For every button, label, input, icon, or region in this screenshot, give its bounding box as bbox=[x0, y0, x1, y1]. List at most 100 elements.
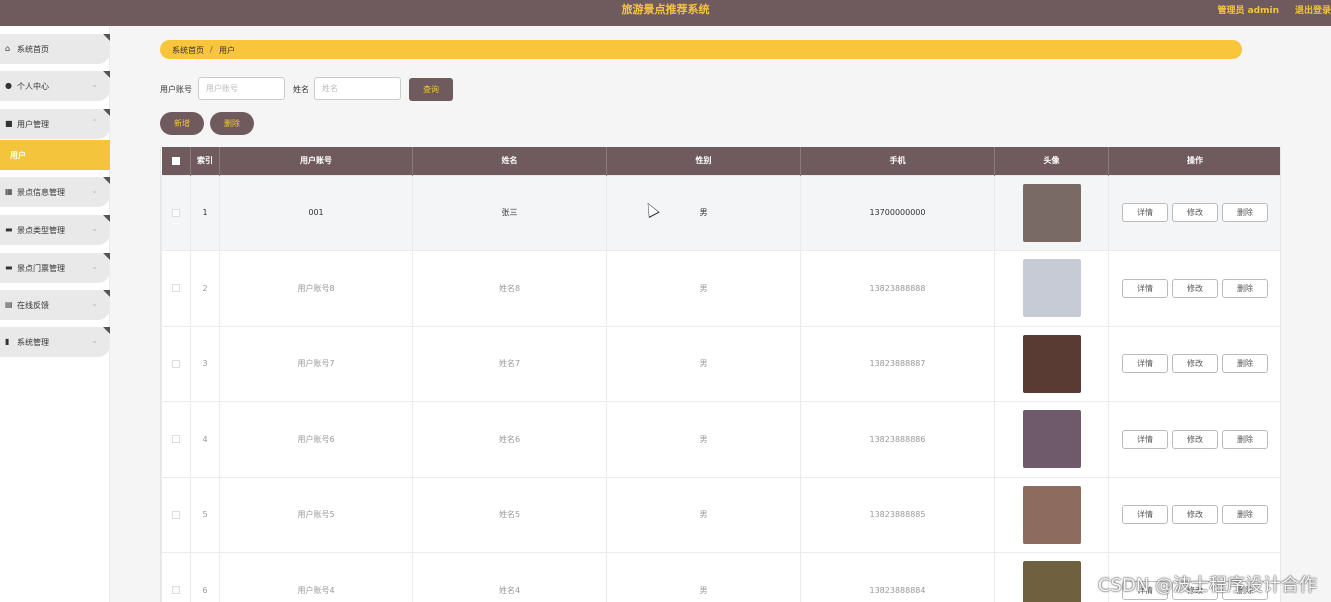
grid-icon: ▦ bbox=[5, 187, 13, 196]
row-checkbox[interactable] bbox=[172, 586, 180, 595]
operations-cell: 详情 修改 删除 bbox=[1108, 476, 1280, 553]
sidebar-item-label: 个人中心 bbox=[17, 82, 49, 91]
row-select-cell[interactable] bbox=[161, 476, 191, 553]
avatar-cell bbox=[994, 325, 1109, 402]
detail-button[interactable]: 详情 bbox=[1122, 278, 1168, 298]
account-cell: 用户账号5 bbox=[219, 476, 413, 553]
sidebar-item-label: 用户管理 bbox=[17, 120, 49, 129]
phone-cell: 13700000000 bbox=[800, 174, 995, 251]
delete-button[interactable]: 删除 bbox=[1222, 505, 1268, 525]
chevron-up-icon: ⌃ bbox=[91, 118, 98, 127]
row-checkbox[interactable] bbox=[172, 359, 180, 368]
detail-button[interactable]: 详情 bbox=[1122, 505, 1168, 525]
corner-marker-icon bbox=[103, 327, 110, 334]
breadcrumb-home[interactable]: 系统首页 bbox=[172, 45, 204, 56]
sidebar-item-users[interactable]: 用户 bbox=[0, 140, 110, 170]
detail-button[interactable]: 详情 bbox=[1122, 429, 1168, 449]
name-cell: 姓名6 bbox=[412, 401, 607, 478]
batch-delete-button[interactable]: 删除 bbox=[210, 112, 254, 135]
table-row: 5 用户账号5 姓名5 男 13823888885 详情 修改 删除 bbox=[161, 476, 1280, 553]
name-cell: 姓名7 bbox=[412, 325, 607, 402]
sidebar-item-feedback[interactable]: ▤ 在线反馈 ⌄ bbox=[0, 290, 110, 320]
index-cell: 3 bbox=[190, 325, 220, 402]
gender-cell: 男 bbox=[606, 250, 801, 327]
row-select-cell[interactable] bbox=[161, 250, 191, 327]
chevron-down-icon: ⌄ bbox=[91, 80, 98, 89]
corner-marker-icon bbox=[103, 177, 110, 184]
edit-button[interactable]: 修改 bbox=[1172, 203, 1218, 223]
avatar bbox=[1022, 410, 1081, 469]
detail-button[interactable]: 详情 bbox=[1122, 203, 1168, 223]
corner-marker-icon bbox=[103, 215, 110, 222]
avatar-cell bbox=[994, 476, 1109, 553]
bar-chart-icon: ▮ bbox=[5, 337, 10, 346]
gender-cell: 男 bbox=[606, 174, 801, 251]
avatar bbox=[1022, 183, 1081, 242]
table-header-row: 索引 用户账号 姓名 性别 手机 头像 操作 bbox=[161, 147, 1280, 175]
phone-cell: 13823888886 bbox=[800, 401, 995, 478]
row-checkbox[interactable] bbox=[172, 208, 180, 217]
gender-cell: 男 bbox=[606, 476, 801, 553]
column-header: 性别 bbox=[606, 147, 801, 175]
chevron-down-icon: ⌄ bbox=[91, 186, 98, 195]
user-table: 索引 用户账号 姓名 性别 手机 头像 操作 1 001 张三男 1370000000… bbox=[160, 147, 1281, 602]
phone-cell: 13823888885 bbox=[800, 476, 995, 553]
account-search-label: 用户账号 bbox=[160, 85, 192, 94]
account-search-input[interactable] bbox=[198, 77, 285, 100]
sidebar-item-user-management[interactable]: ■ 用户管理 ⌃ bbox=[0, 109, 110, 139]
gender-cell: 男 bbox=[606, 325, 801, 402]
operations-cell: 详情 修改 删除 bbox=[1108, 250, 1280, 327]
avatar bbox=[1022, 334, 1081, 393]
name-cell: 姓名4 bbox=[412, 552, 607, 602]
index-cell: 5 bbox=[190, 476, 220, 553]
row-select-cell[interactable] bbox=[161, 552, 191, 602]
logout-link[interactable]: 退出登录 bbox=[1295, 3, 1331, 16]
row-select-cell[interactable] bbox=[161, 325, 191, 402]
detail-button[interactable]: 详情 bbox=[1122, 354, 1168, 374]
sidebar: ⌂ 系统首页 ● 个人中心 ⌄ ■ 用户管理 ⌃ 用户 ▦ 景点信息管理 ⌄ ▬… bbox=[0, 26, 110, 602]
table-row: 2 用户账号8 姓名8 男 13823888888 详情 修改 删除 bbox=[161, 250, 1280, 327]
breadcrumb-separator: / bbox=[210, 45, 213, 54]
account-cell: 用户账号8 bbox=[219, 250, 413, 327]
corner-marker-icon bbox=[103, 34, 110, 41]
sidebar-item-home[interactable]: ⌂ 系统首页 bbox=[0, 34, 110, 64]
app-title: 旅游景点推荐系统 bbox=[621, 3, 710, 16]
user-manage-icon: ■ bbox=[5, 119, 13, 128]
row-checkbox[interactable] bbox=[172, 510, 180, 519]
ticket-icon: ▬ bbox=[5, 263, 13, 272]
delete-button[interactable]: 删除 bbox=[1222, 278, 1268, 298]
row-select-cell[interactable] bbox=[161, 401, 191, 478]
sidebar-item-tickets[interactable]: ▬ 景点门票管理 ⌄ bbox=[0, 253, 110, 283]
corner-marker-icon bbox=[103, 253, 110, 260]
gender-cell: 男 bbox=[606, 552, 801, 602]
name-search-input[interactable] bbox=[314, 77, 401, 100]
corner-marker-icon bbox=[103, 109, 110, 116]
select-all-checkbox[interactable] bbox=[171, 156, 180, 165]
row-checkbox[interactable] bbox=[172, 284, 180, 293]
corner-marker-icon bbox=[103, 71, 110, 78]
sidebar-item-attraction-info[interactable]: ▦ 景点信息管理 ⌄ bbox=[0, 177, 110, 207]
account-cell: 用户账号7 bbox=[219, 325, 413, 402]
sidebar-item-profile[interactable]: ● 个人中心 ⌄ bbox=[0, 71, 110, 101]
avatar-cell bbox=[994, 552, 1109, 602]
edit-button[interactable]: 修改 bbox=[1172, 505, 1218, 525]
row-checkbox[interactable] bbox=[172, 435, 180, 444]
corner-marker-icon bbox=[103, 290, 110, 297]
sidebar-item-attraction-type[interactable]: ▬ 景点类型管理 ⌄ bbox=[0, 215, 110, 245]
edit-button[interactable]: 修改 bbox=[1172, 354, 1218, 374]
query-button[interactable]: 查询 bbox=[409, 78, 453, 101]
edit-button[interactable]: 修改 bbox=[1172, 278, 1218, 298]
delete-button[interactable]: 删除 bbox=[1222, 354, 1268, 374]
column-header: 索引 bbox=[190, 147, 220, 175]
sidebar-item-system[interactable]: ▮ 系统管理 ⌄ bbox=[0, 327, 110, 357]
delete-button[interactable]: 删除 bbox=[1222, 203, 1268, 223]
column-header: 姓名 bbox=[412, 147, 607, 175]
select-all-cell[interactable] bbox=[161, 147, 191, 175]
row-select-cell[interactable] bbox=[161, 174, 191, 251]
chevron-down-icon: ⌄ bbox=[91, 336, 98, 345]
edit-button[interactable]: 修改 bbox=[1172, 429, 1218, 449]
delete-button[interactable]: 删除 bbox=[1222, 429, 1268, 449]
add-button[interactable]: 新增 bbox=[160, 112, 204, 135]
name-cell: 姓名5 bbox=[412, 476, 607, 553]
operations-cell: 详情 修改 删除 bbox=[1108, 401, 1280, 478]
